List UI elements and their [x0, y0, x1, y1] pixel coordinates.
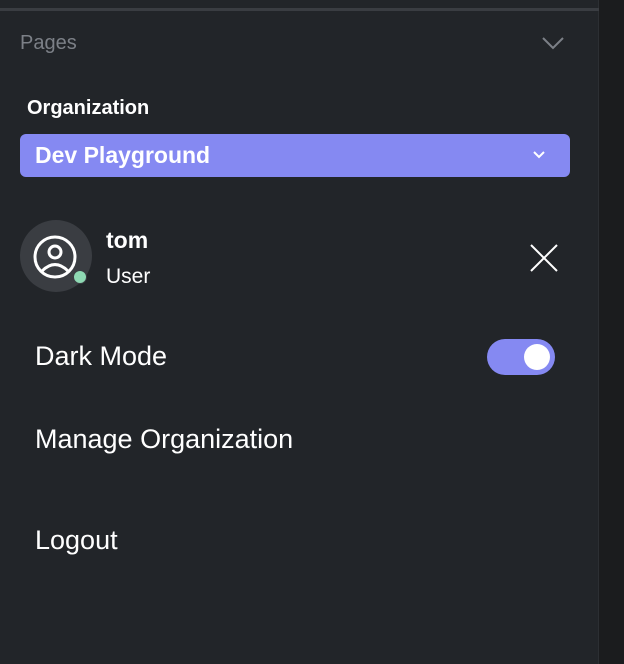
organization-select[interactable]: Dev Playground	[20, 134, 570, 177]
close-icon[interactable]	[529, 243, 559, 273]
user-role: User	[106, 265, 151, 288]
organization-selected-value: Dev Playground	[35, 142, 211, 168]
chevron-down-icon[interactable]	[541, 34, 565, 52]
pages-section-header[interactable]: Pages	[20, 32, 77, 55]
logout-link[interactable]: Logout	[35, 525, 118, 556]
dark-mode-label: Dark Mode	[35, 341, 168, 371]
manage-organization-link[interactable]: Manage Organization	[35, 424, 293, 455]
user-menu-panel: Pages Organization Dev Playground tom Us…	[0, 0, 599, 664]
user-name: tom	[106, 227, 149, 253]
toggle-knob	[524, 344, 550, 370]
dark-mode-toggle[interactable]	[487, 339, 555, 375]
organization-label: Organization	[27, 97, 150, 119]
divider	[0, 8, 599, 11]
chevron-down-icon	[533, 151, 545, 159]
online-status-dot	[73, 270, 87, 284]
